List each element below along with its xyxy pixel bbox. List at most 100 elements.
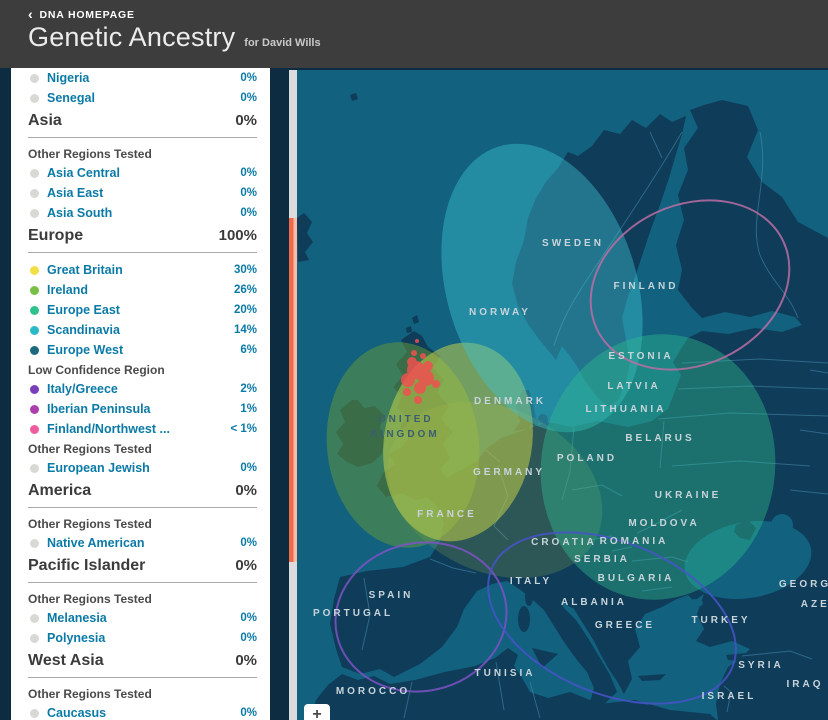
map-label-bulgaria: BULGARIA <box>598 573 675 584</box>
ethnicity-item-great-britain[interactable]: Great Britain30% <box>28 260 257 280</box>
ethnicity-item-value: 0% <box>240 187 257 199</box>
ethnicity-item-label: Caucasus <box>47 706 106 720</box>
ethnicity-item-label: European Jewish <box>47 461 150 475</box>
map-label-moldova: MOLDOVA <box>628 518 699 529</box>
map-label-estonia: ESTONIA <box>608 351 673 362</box>
ethnicity-item-caucasus[interactable]: Caucasus 0% <box>28 703 257 720</box>
map-label-portugal: PORTUGAL <box>313 608 393 619</box>
region-color-dot <box>30 94 39 103</box>
region-color-dot <box>30 326 39 335</box>
ethnicity-item-label: Polynesia <box>47 631 105 645</box>
region-heading-label: America <box>28 482 91 500</box>
region-heading-label: West Asia <box>28 652 104 670</box>
scrollbar-thumb[interactable] <box>289 218 297 562</box>
region-heading-value: 100% <box>219 227 257 244</box>
ethnicity-item-polynesia[interactable]: Polynesia 0% <box>28 628 257 648</box>
ethnicity-item-asia-east[interactable]: Asia East0% <box>28 183 257 203</box>
ancestry-map[interactable]: SWEDENFINLANDNORWAYESTONIALATVIADENMARKL… <box>297 70 828 720</box>
panel-scrollbar[interactable] <box>289 70 297 720</box>
ethnicity-item-asia-south[interactable]: Asia South 0% <box>28 203 257 223</box>
region-heading-label: Pacific Islander <box>28 557 145 575</box>
ethnicity-item-melanesia[interactable]: Melanesia0% <box>28 608 257 628</box>
region-heading-value: 0% <box>235 652 257 669</box>
ethnicity-item-europe-east[interactable]: Europe East 20% <box>28 300 257 320</box>
ethnicity-item-value: < 1% <box>230 423 257 435</box>
map-label-ukraine: UKRAINE <box>655 490 722 501</box>
ethnicity-item-label: Native American <box>47 536 145 550</box>
ethnicity-item-label: Asia South <box>47 206 112 220</box>
map-label-azerbaijan: AZERBAIJAN <box>801 599 828 610</box>
region-heading-value: 0% <box>235 557 257 574</box>
ethnicity-item-value: 0% <box>240 207 257 219</box>
subheading-other-regions-tested: Other Regions Tested <box>28 515 257 533</box>
ethnicity-item-value: 0% <box>240 462 257 474</box>
map-label-albania: ALBANIA <box>561 597 627 608</box>
region-color-dot <box>30 425 39 434</box>
region-color-dot <box>30 614 39 623</box>
region-heading-europe: Europe 100% <box>28 223 257 247</box>
map-label-syria: SYRIA <box>738 660 784 671</box>
island-menorca <box>448 611 452 615</box>
ethnicity-item-label: Nigeria <box>47 71 89 85</box>
map-label-romania: ROMANIA <box>600 536 669 547</box>
subheading-other-regions-tested: Other Regions Tested <box>28 685 257 703</box>
ethnicity-item-value: 14% <box>234 324 257 336</box>
region-color-dot <box>30 634 39 643</box>
island-corsica <box>525 588 533 606</box>
map-label-kingdom: KINGDOM <box>370 429 439 440</box>
map-label-germany: GERMANY <box>473 467 545 478</box>
ethnicity-item-italy-greece[interactable]: Italy/Greece2% <box>28 379 257 399</box>
ethnicity-item-label: Finland/Northwest ... <box>47 422 170 436</box>
region-color-dot <box>30 385 39 394</box>
back-link-label: DNA HOMEPAGE <box>39 9 134 21</box>
ethnicity-item-label: Europe East <box>47 303 120 317</box>
chevron-left-icon: ‹ <box>28 9 33 19</box>
map-label-belarus: BELARUS <box>625 433 694 444</box>
subheading-other-regions-tested: Other Regions Tested <box>28 440 257 458</box>
ethnicity-item-europe-west[interactable]: Europe West6% <box>28 340 257 360</box>
plus-icon: + <box>312 706 321 720</box>
main-content: Nigeria0%Senegal0%Asia0%Other Regions Te… <box>0 68 828 720</box>
ethnicity-item-scandinavia[interactable]: Scandinavia 14% <box>28 320 257 340</box>
region-heading-pacific-islander: Pacific Islander 0% <box>28 553 257 577</box>
ethnicity-item-value: 26% <box>234 284 257 296</box>
ethnicity-item-label: Scandinavia <box>47 323 120 337</box>
map-label-croatia: CROATIA <box>531 537 597 548</box>
sea-of-marmara <box>689 599 703 607</box>
ethnicity-item-asia-central[interactable]: Asia Central0% <box>28 163 257 183</box>
ethnicity-item-value: 0% <box>240 707 257 719</box>
ethnicity-item-value: 1% <box>240 403 257 415</box>
region-color-dot <box>30 709 39 718</box>
ethnicity-item-label: Great Britain <box>47 263 123 277</box>
map-label-turkey: TURKEY <box>691 615 750 626</box>
subheading-low-confidence-region: Low Confidence Region <box>28 361 257 379</box>
map-label-georgia: GEORGIA <box>779 579 828 590</box>
ethnicity-item-ireland[interactable]: Ireland26% <box>28 280 257 300</box>
region-heading-america: America0% <box>28 478 257 502</box>
ethnicity-item-senegal[interactable]: Senegal0% <box>28 88 257 108</box>
island-sardinia <box>518 606 530 632</box>
sea-of-azov <box>771 514 793 536</box>
ethnicity-item-finland-northwest[interactable]: Finland/Northwest ... < 1% <box>28 419 257 439</box>
map-label-france: FRANCE <box>417 509 477 520</box>
ethnicity-item-nigeria[interactable]: Nigeria 0% <box>28 68 257 88</box>
ethnicity-item-value: 0% <box>240 72 257 84</box>
back-link[interactable]: ‹ DNA HOMEPAGE <box>28 9 828 21</box>
region-heading-label: Asia <box>28 112 62 130</box>
ethnicity-item-value: 20% <box>234 304 257 316</box>
separator <box>28 582 257 583</box>
map-label-sweden: SWEDEN <box>542 238 604 249</box>
island-mallorca <box>438 614 443 619</box>
map-label-italy: ITALY <box>510 576 552 587</box>
ethnicity-item-value: 0% <box>240 632 257 644</box>
ethnicity-item-label: Senegal <box>47 91 95 105</box>
ethnicity-item-label: Asia Central <box>47 166 120 180</box>
region-heading-label: Europe <box>28 227 83 245</box>
map-label-serbia: SERBIA <box>574 554 630 565</box>
map-zoom-in-button[interactable]: + <box>304 704 330 720</box>
ethnicity-item-european-jewish[interactable]: European Jewish 0% <box>28 458 257 478</box>
ethnicity-item-native-american[interactable]: Native American0% <box>28 533 257 553</box>
region-color-dot <box>30 539 39 548</box>
ethnicity-item-iberian-peninsula[interactable]: Iberian Peninsula1% <box>28 399 257 419</box>
subheading-other-regions-tested: Other Regions Tested <box>28 590 257 608</box>
